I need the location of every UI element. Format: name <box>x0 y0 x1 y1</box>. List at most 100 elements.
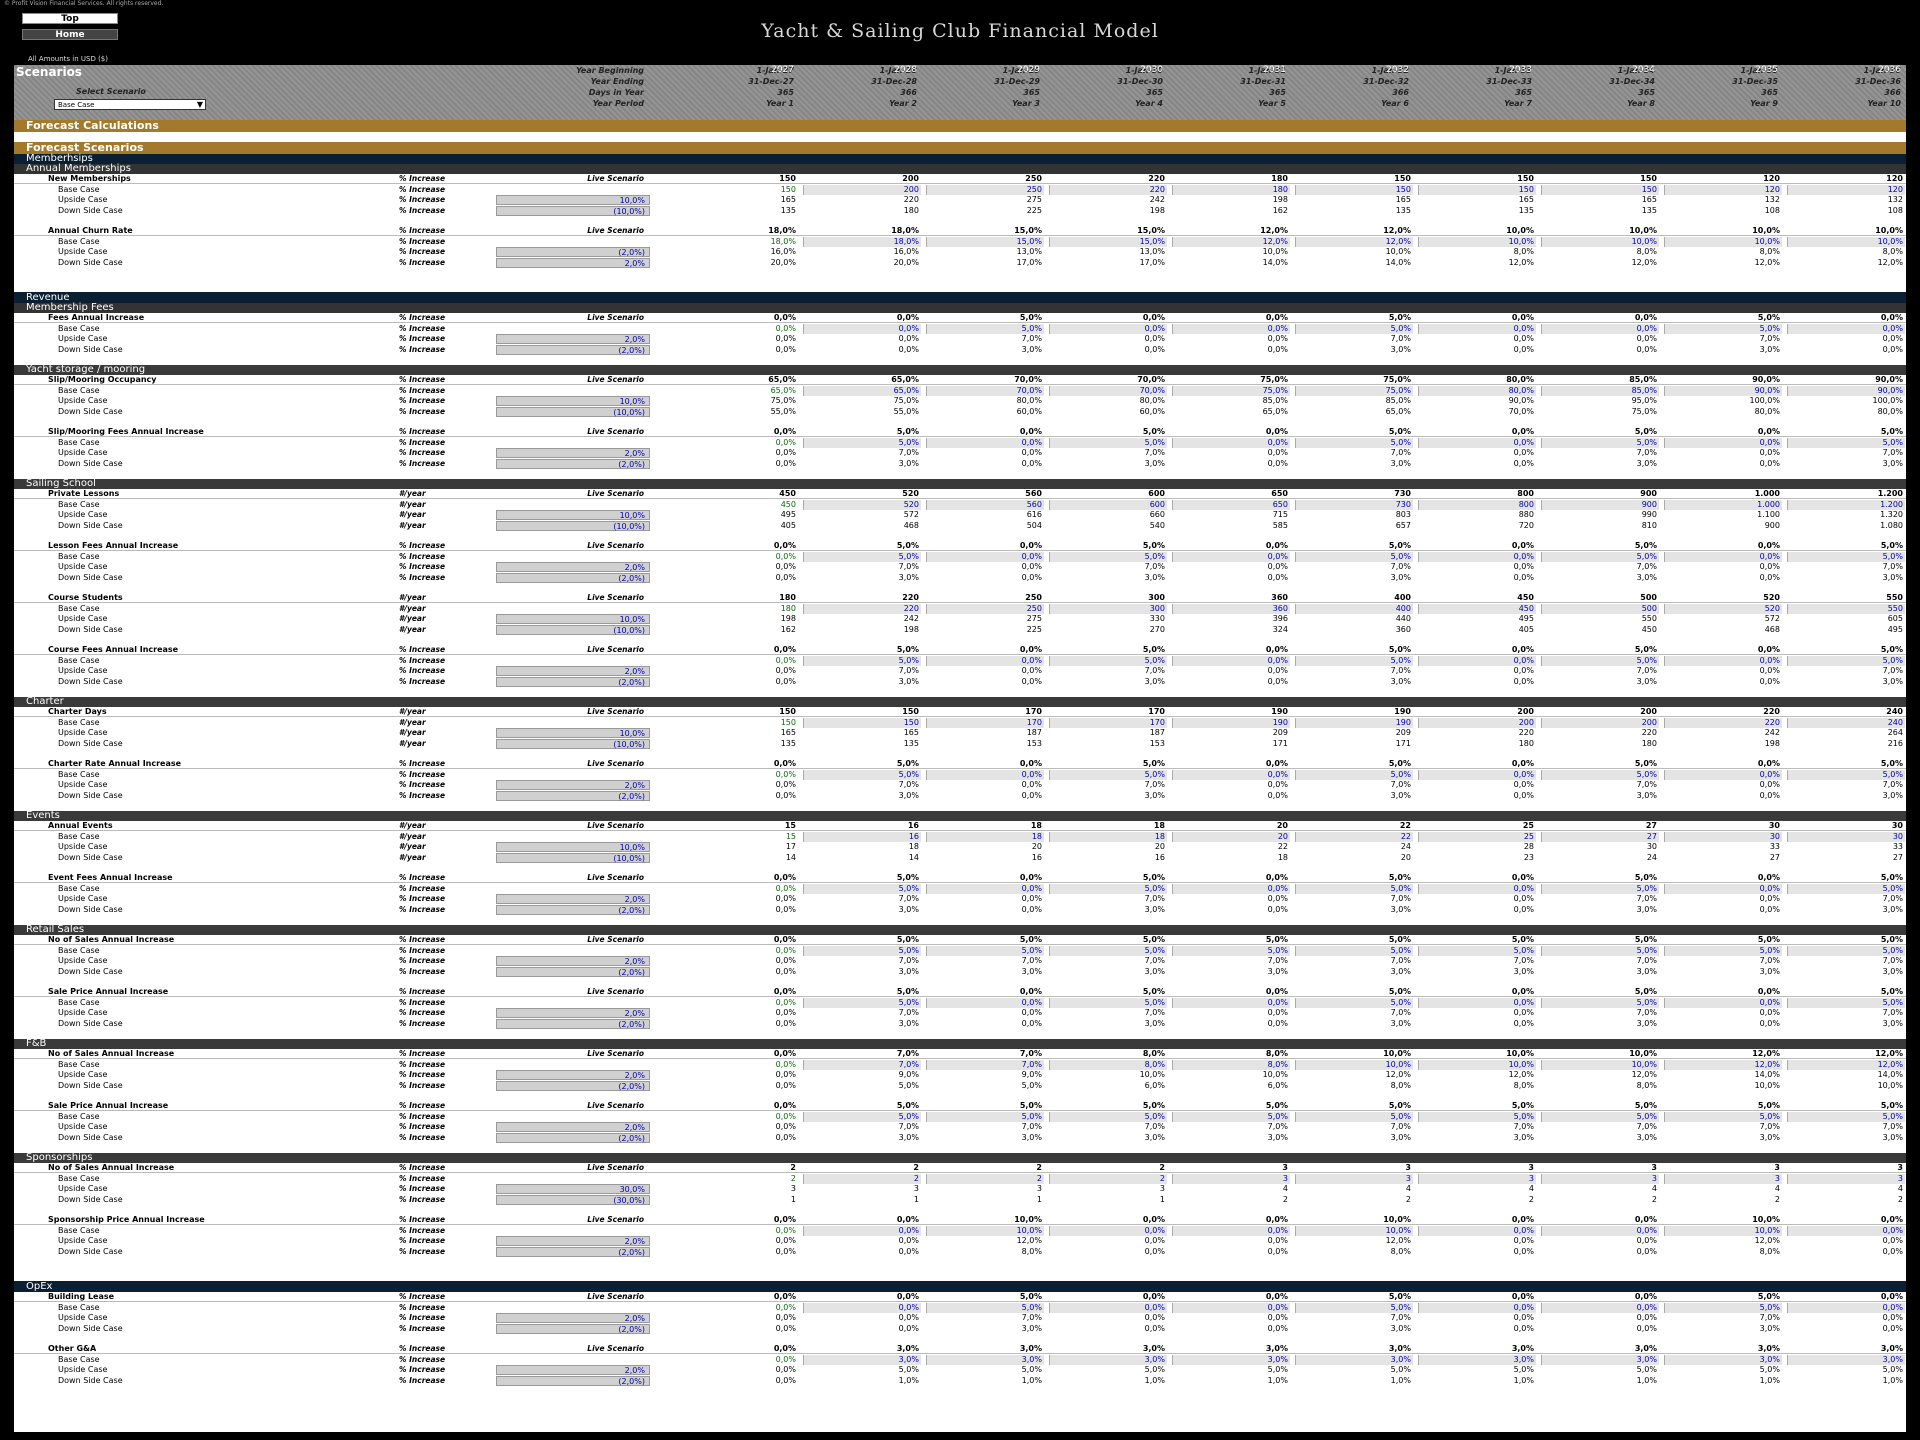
value-cell[interactable]: 0,0% <box>1418 655 1536 666</box>
value-cell[interactable]: 520 <box>803 499 921 510</box>
value-cell[interactable]: 0,0% <box>1787 323 1905 334</box>
value-cell[interactable]: 5,0% <box>1664 945 1782 956</box>
adjustment-input[interactable]: (2,0%) <box>496 572 650 583</box>
value-cell[interactable]: 70,0% <box>926 385 1044 396</box>
value-cell[interactable]: 0,0% <box>1172 1302 1290 1313</box>
value-cell[interactable]: 200 <box>1541 717 1659 728</box>
value-cell[interactable]: 3,0% <box>1172 1354 1290 1365</box>
value-cell[interactable]: 5,0% <box>1295 883 1413 894</box>
adjustment-input[interactable]: (2,0%) <box>496 458 650 469</box>
value-cell[interactable]: 200 <box>1418 717 1536 728</box>
adjustment-input[interactable]: (2,0%) <box>496 1375 650 1386</box>
value-cell[interactable]: 300 <box>1049 603 1167 614</box>
value-cell[interactable]: 0,0% <box>1541 323 1659 334</box>
value-cell[interactable]: 5,0% <box>803 769 921 780</box>
value-cell[interactable]: 500 <box>1541 603 1659 614</box>
value-cell[interactable]: 5,0% <box>1049 945 1167 956</box>
value-cell[interactable]: 5,0% <box>1787 883 1905 894</box>
value-cell[interactable]: 0,0% <box>1172 883 1290 894</box>
adjustment-input[interactable]: 2,0% <box>496 1122 650 1132</box>
value-cell[interactable]: 150 <box>1418 184 1536 195</box>
value-cell[interactable]: 190 <box>1172 717 1290 728</box>
adjustment-input[interactable]: 30,0% <box>496 1184 650 1194</box>
value-cell[interactable]: 3 <box>1664 1173 1782 1184</box>
value-cell[interactable]: 0,0% <box>1664 437 1782 448</box>
value-cell[interactable]: 5,0% <box>803 655 921 666</box>
value-cell[interactable]: 1.200 <box>1787 499 1905 510</box>
value-cell[interactable]: 10,0% <box>1541 1059 1659 1070</box>
value-cell[interactable]: 12,0% <box>1787 1059 1905 1070</box>
value-cell[interactable]: 5,0% <box>1541 437 1659 448</box>
value-cell[interactable]: 150 <box>1541 184 1659 195</box>
adjustment-input[interactable]: (10,0%) <box>496 406 650 417</box>
value-cell[interactable]: 16 <box>803 831 921 842</box>
value-cell[interactable]: 0,0% <box>1172 769 1290 780</box>
value-cell[interactable]: 3,0% <box>926 1354 1044 1365</box>
value-cell[interactable]: 5,0% <box>926 1302 1044 1313</box>
value-cell[interactable]: 5,0% <box>1541 883 1659 894</box>
value-cell[interactable]: 5,0% <box>1541 655 1659 666</box>
value-cell[interactable]: 0,0% <box>1418 883 1536 894</box>
value-cell[interactable]: 90,0% <box>1787 385 1905 396</box>
value-cell[interactable]: 5,0% <box>1418 945 1536 956</box>
value-cell[interactable]: 2 <box>803 1173 921 1184</box>
value-cell[interactable]: 3,0% <box>1787 1354 1905 1365</box>
value-cell[interactable]: 900 <box>1541 499 1659 510</box>
value-cell[interactable]: 0,0% <box>1664 655 1782 666</box>
value-cell[interactable]: 0,0% <box>1541 1225 1659 1236</box>
value-cell[interactable]: 3,0% <box>1295 1354 1413 1365</box>
adjustment-input[interactable]: (2,0%) <box>496 1323 650 1334</box>
value-cell[interactable]: 12,0% <box>1664 1059 1782 1070</box>
value-cell[interactable]: 220 <box>1049 184 1167 195</box>
value-cell[interactable]: 18 <box>1049 831 1167 842</box>
value-cell[interactable]: 120 <box>1787 184 1905 195</box>
value-cell[interactable]: 5,0% <box>803 883 921 894</box>
adjustment-input[interactable]: 10,0% <box>496 195 650 205</box>
value-cell[interactable]: 5,0% <box>1172 945 1290 956</box>
value-cell[interactable]: 0,0% <box>680 1354 798 1365</box>
value-cell[interactable]: 65,0% <box>680 385 798 396</box>
value-cell[interactable]: 3,0% <box>803 1354 921 1365</box>
value-cell[interactable]: 200 <box>803 184 921 195</box>
value-cell[interactable]: 7,0% <box>926 1059 1044 1070</box>
value-cell[interactable]: 30 <box>1787 831 1905 842</box>
value-cell[interactable]: 10,0% <box>926 1225 1044 1236</box>
value-cell[interactable]: 0,0% <box>803 1302 921 1313</box>
value-cell[interactable]: 5,0% <box>1295 551 1413 562</box>
adjustment-input[interactable]: 10,0% <box>496 728 650 738</box>
value-cell[interactable]: 150 <box>680 717 798 728</box>
value-cell[interactable]: 240 <box>1787 717 1905 728</box>
value-cell[interactable]: 0,0% <box>680 1302 798 1313</box>
value-cell[interactable]: 5,0% <box>1541 1111 1659 1122</box>
adjustment-input[interactable]: 10,0% <box>496 842 650 852</box>
value-cell[interactable]: 220 <box>1664 717 1782 728</box>
value-cell[interactable]: 5,0% <box>1787 1111 1905 1122</box>
value-cell[interactable]: 5,0% <box>1295 323 1413 334</box>
value-cell[interactable]: 5,0% <box>1295 1111 1413 1122</box>
value-cell[interactable]: 18,0% <box>803 236 921 247</box>
value-cell[interactable]: 5,0% <box>1295 769 1413 780</box>
value-cell[interactable]: 75,0% <box>1295 385 1413 396</box>
adjustment-input[interactable]: 2,0% <box>496 1008 650 1018</box>
value-cell[interactable]: 10,0% <box>1295 1225 1413 1236</box>
value-cell[interactable]: 5,0% <box>926 945 1044 956</box>
value-cell[interactable]: 0,0% <box>1418 323 1536 334</box>
value-cell[interactable]: 5,0% <box>1787 997 1905 1008</box>
value-cell[interactable]: 0,0% <box>926 883 1044 894</box>
value-cell[interactable]: 10,0% <box>1787 236 1905 247</box>
value-cell[interactable]: 0,0% <box>1049 1302 1167 1313</box>
adjustment-input[interactable]: 10,0% <box>496 510 650 520</box>
value-cell[interactable]: 0,0% <box>1787 1302 1905 1313</box>
value-cell[interactable]: 120 <box>1664 184 1782 195</box>
value-cell[interactable]: 85,0% <box>1541 385 1659 396</box>
value-cell[interactable]: 0,0% <box>1049 323 1167 334</box>
adjustment-input[interactable]: (2,0%) <box>496 344 650 355</box>
value-cell[interactable]: 3,0% <box>1049 1354 1167 1365</box>
value-cell[interactable]: 5,0% <box>1664 1111 1782 1122</box>
value-cell[interactable]: 250 <box>926 603 1044 614</box>
value-cell[interactable]: 0,0% <box>680 1059 798 1070</box>
value-cell[interactable]: 5,0% <box>803 945 921 956</box>
value-cell[interactable]: 170 <box>926 717 1044 728</box>
value-cell[interactable]: 0,0% <box>803 1225 921 1236</box>
value-cell[interactable]: 0,0% <box>1172 997 1290 1008</box>
